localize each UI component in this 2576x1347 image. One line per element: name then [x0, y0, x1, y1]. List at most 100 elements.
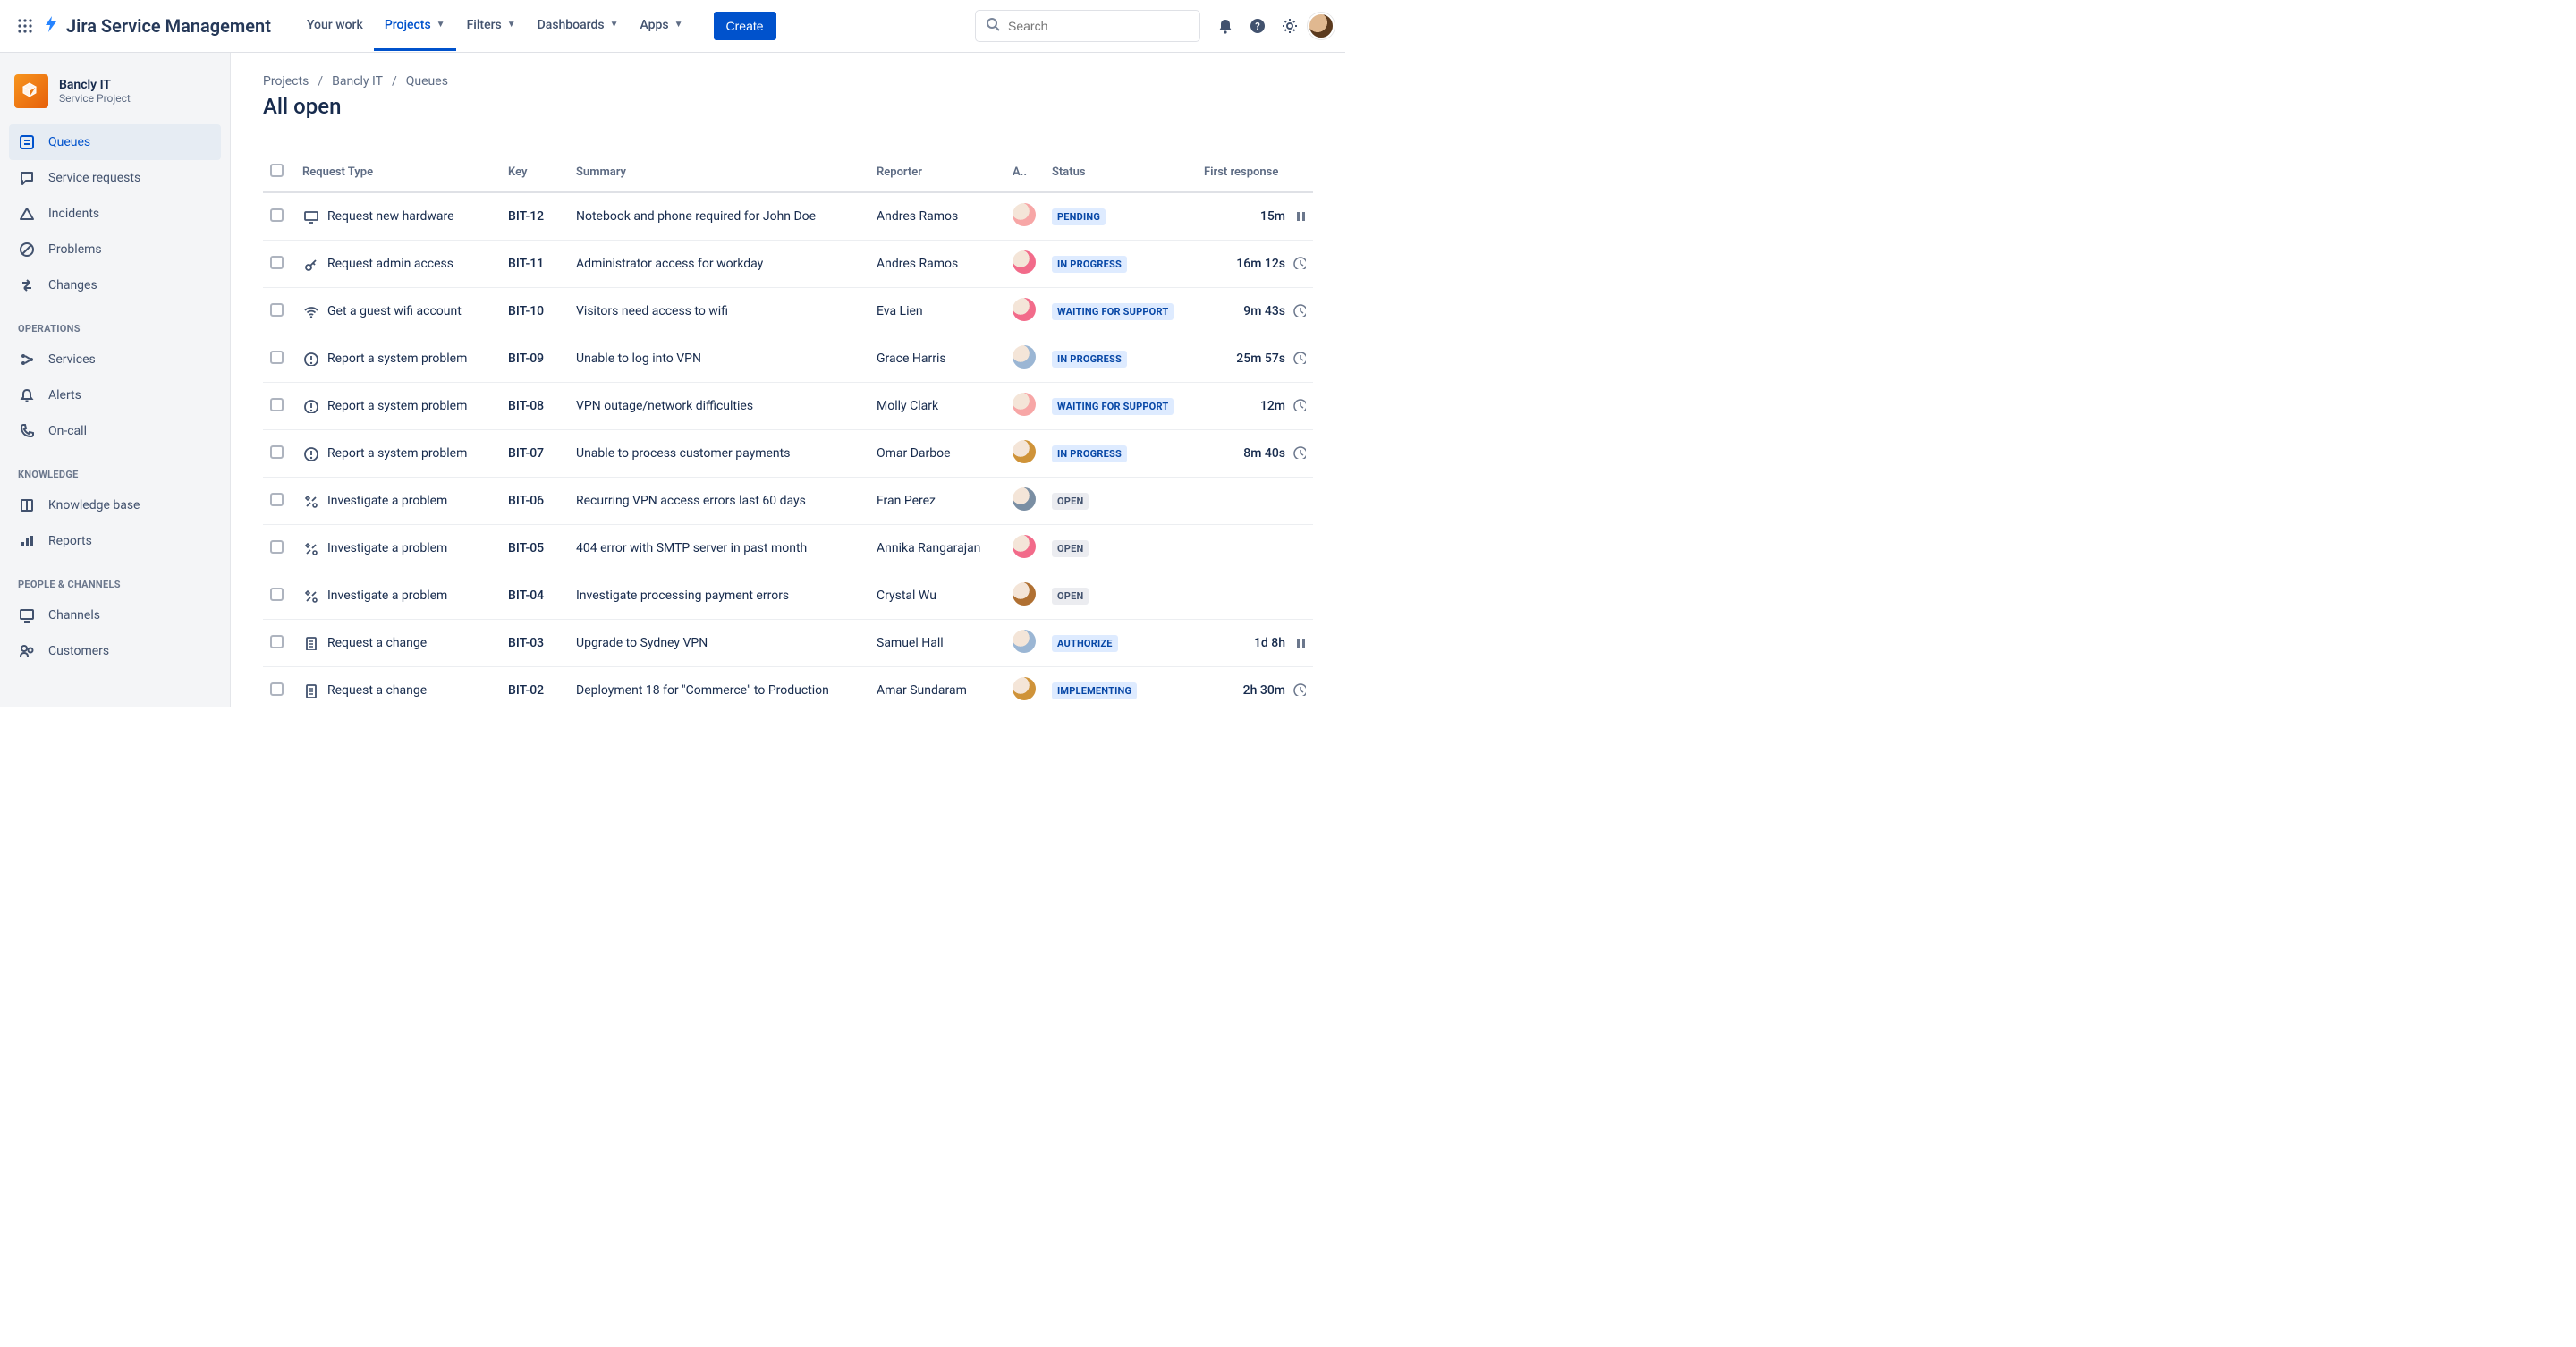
- sidebar-item-customers[interactable]: Customers: [9, 633, 221, 669]
- column-header[interactable]: Summary: [569, 155, 869, 192]
- summary[interactable]: Deployment 18 for "Commerce" to Producti…: [569, 667, 869, 707]
- status-badge[interactable]: IN PROGRESS: [1052, 256, 1127, 273]
- row-checkbox[interactable]: [270, 445, 284, 459]
- issue-key[interactable]: BIT-07: [501, 430, 569, 478]
- row-checkbox[interactable]: [270, 682, 284, 696]
- breadcrumb-project[interactable]: Bancly IT: [332, 74, 383, 89]
- status-badge[interactable]: WAITING FOR SUPPORT: [1052, 303, 1174, 320]
- table-row[interactable]: Investigate a problem BIT-04 Investigate…: [263, 572, 1313, 620]
- row-checkbox[interactable]: [270, 208, 284, 222]
- sidebar-item-changes[interactable]: Changes: [9, 267, 221, 303]
- table-row[interactable]: Report a system problem BIT-08 VPN outag…: [263, 383, 1313, 430]
- status-badge[interactable]: OPEN: [1052, 540, 1089, 557]
- global-search[interactable]: [975, 10, 1200, 42]
- status-badge[interactable]: IN PROGRESS: [1052, 445, 1127, 462]
- column-header[interactable]: Request Type: [295, 155, 501, 192]
- row-checkbox[interactable]: [270, 398, 284, 411]
- column-header[interactable]: Key: [501, 155, 569, 192]
- table-row[interactable]: Request a change BIT-02 Deployment 18 fo…: [263, 667, 1313, 707]
- issue-key[interactable]: BIT-10: [501, 288, 569, 335]
- issue-key[interactable]: BIT-02: [501, 667, 569, 707]
- nav-projects[interactable]: Projects▼: [374, 1, 456, 51]
- sidebar-item-incidents[interactable]: Incidents: [9, 196, 221, 232]
- summary[interactable]: Administrator access for workday: [569, 241, 869, 288]
- issue-key[interactable]: BIT-08: [501, 383, 569, 430]
- row-checkbox[interactable]: [270, 635, 284, 648]
- column-header[interactable]: A..: [1005, 155, 1045, 192]
- project-header[interactable]: Bancly IT Service Project: [9, 71, 221, 124]
- row-checkbox[interactable]: [270, 588, 284, 601]
- assignee-avatar[interactable]: [1013, 250, 1036, 274]
- summary[interactable]: Investigate processing payment errors: [569, 572, 869, 620]
- app-switcher-icon[interactable]: [11, 12, 39, 40]
- status-badge[interactable]: PENDING: [1052, 208, 1106, 225]
- table-row[interactable]: Investigate a problem BIT-06 Recurring V…: [263, 478, 1313, 525]
- search-input[interactable]: [1008, 19, 1191, 33]
- table-row[interactable]: Request admin access BIT-11 Administrato…: [263, 241, 1313, 288]
- assignee-avatar[interactable]: [1013, 440, 1036, 463]
- sidebar-item-queues[interactable]: Queues: [9, 124, 221, 160]
- breadcrumb-projects[interactable]: Projects: [263, 74, 309, 89]
- create-button[interactable]: Create: [714, 12, 776, 40]
- column-header[interactable]: [263, 155, 295, 192]
- notifications-icon[interactable]: [1211, 12, 1240, 40]
- profile-avatar[interactable]: [1308, 13, 1335, 39]
- summary[interactable]: Recurring VPN access errors last 60 days: [569, 478, 869, 525]
- table-row[interactable]: Report a system problem BIT-07 Unable to…: [263, 430, 1313, 478]
- status-badge[interactable]: IN PROGRESS: [1052, 351, 1127, 368]
- column-header[interactable]: Reporter: [869, 155, 1005, 192]
- assignee-avatar[interactable]: [1013, 487, 1036, 511]
- status-badge[interactable]: IMPLEMENTING: [1052, 682, 1137, 699]
- assignee-avatar[interactable]: [1013, 393, 1036, 416]
- assignee-avatar[interactable]: [1013, 630, 1036, 653]
- sidebar-item-channels[interactable]: Channels: [9, 597, 221, 633]
- table-row[interactable]: Request a change BIT-03 Upgrade to Sydne…: [263, 620, 1313, 667]
- assignee-avatar[interactable]: [1013, 677, 1036, 700]
- nav-filters[interactable]: Filters▼: [456, 1, 527, 51]
- assignee-avatar[interactable]: [1013, 582, 1036, 606]
- status-badge[interactable]: AUTHORIZE: [1052, 635, 1118, 652]
- issue-key[interactable]: BIT-12: [501, 192, 569, 241]
- issue-key[interactable]: BIT-06: [501, 478, 569, 525]
- issue-key[interactable]: BIT-09: [501, 335, 569, 383]
- status-badge[interactable]: WAITING FOR SUPPORT: [1052, 398, 1174, 415]
- sidebar-item-problems[interactable]: Problems: [9, 232, 221, 267]
- table-row[interactable]: Get a guest wifi account BIT-10 Visitors…: [263, 288, 1313, 335]
- assignee-avatar[interactable]: [1013, 535, 1036, 558]
- summary[interactable]: Visitors need access to wifi: [569, 288, 869, 335]
- issue-key[interactable]: BIT-03: [501, 620, 569, 667]
- column-header[interactable]: First response: [1197, 155, 1313, 192]
- assignee-avatar[interactable]: [1013, 345, 1036, 369]
- nav-dashboards[interactable]: Dashboards▼: [527, 1, 630, 51]
- issue-key[interactable]: BIT-11: [501, 241, 569, 288]
- sidebar-item-services[interactable]: Services: [9, 342, 221, 377]
- nav-your-work[interactable]: Your work: [296, 1, 374, 51]
- summary[interactable]: Unable to process customer payments: [569, 430, 869, 478]
- issue-key[interactable]: BIT-04: [501, 572, 569, 620]
- row-checkbox[interactable]: [270, 303, 284, 317]
- select-all-checkbox[interactable]: [270, 164, 284, 177]
- sidebar-item-on-call[interactable]: On-call: [9, 413, 221, 449]
- breadcrumb-queues[interactable]: Queues: [406, 74, 448, 89]
- row-checkbox[interactable]: [270, 493, 284, 506]
- assignee-avatar[interactable]: [1013, 203, 1036, 226]
- table-row[interactable]: Request new hardware BIT-12 Notebook and…: [263, 192, 1313, 241]
- sidebar-item-reports[interactable]: Reports: [9, 523, 221, 559]
- summary[interactable]: Unable to log into VPN: [569, 335, 869, 383]
- table-row[interactable]: Report a system problem BIT-09 Unable to…: [263, 335, 1313, 383]
- sidebar-item-alerts[interactable]: Alerts: [9, 377, 221, 413]
- sidebar-item-service-requests[interactable]: Service requests: [9, 160, 221, 196]
- row-checkbox[interactable]: [270, 256, 284, 269]
- summary[interactable]: VPN outage/network difficulties: [569, 383, 869, 430]
- assignee-avatar[interactable]: [1013, 298, 1036, 321]
- summary[interactable]: Notebook and phone required for John Doe: [569, 192, 869, 241]
- help-icon[interactable]: [1243, 12, 1272, 40]
- issue-key[interactable]: BIT-05: [501, 525, 569, 572]
- product-logo[interactable]: Jira Service Management: [43, 15, 271, 38]
- table-row[interactable]: Investigate a problem BIT-05 404 error w…: [263, 525, 1313, 572]
- settings-icon[interactable]: [1275, 12, 1304, 40]
- summary[interactable]: 404 error with SMTP server in past month: [569, 525, 869, 572]
- summary[interactable]: Upgrade to Sydney VPN: [569, 620, 869, 667]
- status-badge[interactable]: OPEN: [1052, 588, 1089, 605]
- nav-apps[interactable]: Apps▼: [630, 1, 694, 51]
